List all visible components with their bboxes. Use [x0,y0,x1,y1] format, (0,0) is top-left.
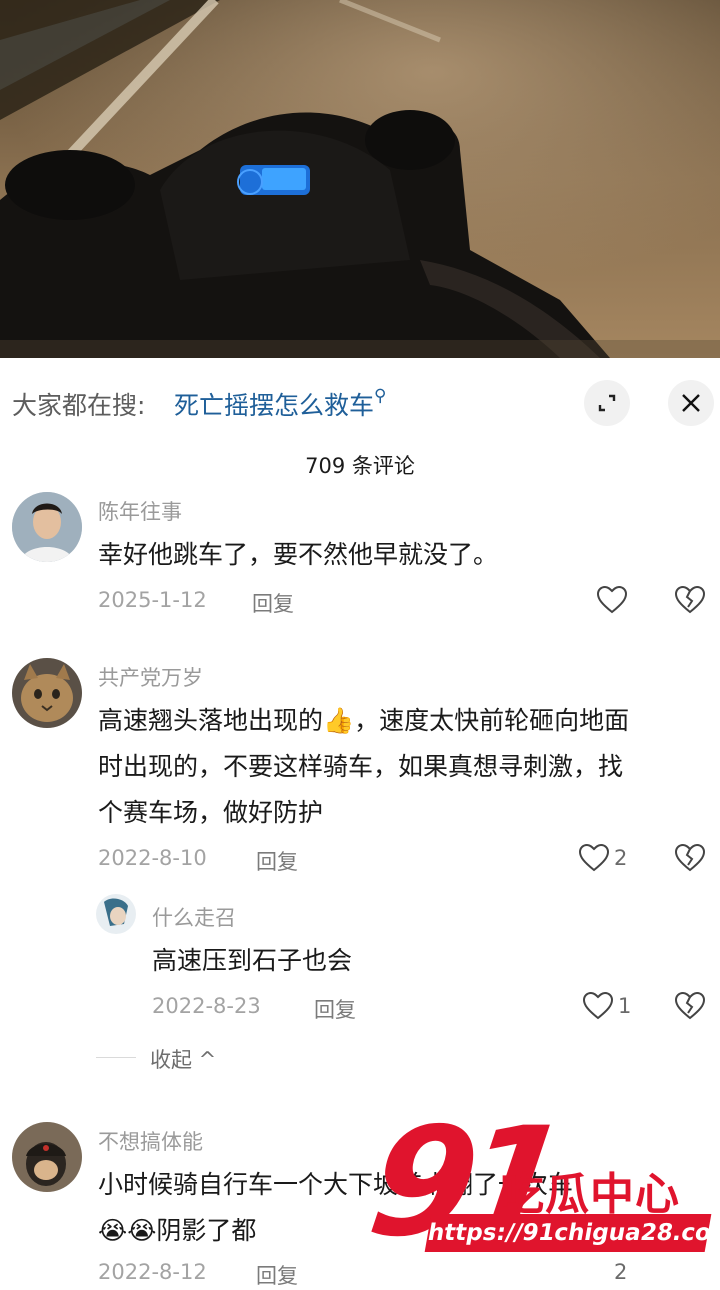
watermark-site-name: 吃瓜中心 [500,1169,680,1220]
comment-username[interactable]: 共产党万岁 [98,662,203,692]
search-prefix-label: 大家都在搜: [12,391,146,420]
expand-button[interactable] [584,380,630,426]
comment-count: 709 条评论 [305,454,415,478]
comment-text: 幸好他跳车了，要不然他早就没了。 [98,540,499,569]
video-player[interactable] [0,0,720,358]
close-button[interactable] [668,380,714,426]
search-suggestion-link[interactable]: 死亡摇摆怎么救车⚲ [174,386,386,422]
broken-heart-icon[interactable] [674,585,706,615]
reply-date: 2022-8-23 [152,994,261,1018]
reply-button[interactable]: 回复 [256,846,298,876]
reply-button[interactable]: 回复 [314,994,356,1024]
comment-username[interactable]: 陈年往事 [98,496,182,526]
comment-date: 2022-8-12 [98,1260,207,1284]
like-count: 2 [614,846,628,870]
close-icon [682,394,700,412]
reply-button[interactable]: 回复 [256,1260,298,1290]
broken-heart-icon[interactable] [674,843,706,873]
avatar[interactable] [12,658,82,728]
thumbs-up-emoji: 👍 [323,706,355,735]
like-count: 1 [618,994,632,1018]
heart-outline-icon[interactable] [582,991,614,1021]
like-count: 2 [614,1260,628,1284]
watermark-url: https://91chigua28.com/ [424,1214,720,1252]
avatar[interactable] [12,492,82,562]
comment-date: 2022-8-10 [98,846,207,870]
search-term-text: 死亡摇摆怎么救车 [174,391,375,420]
comment-username[interactable]: 不想搞体能 [98,1126,203,1156]
heart-outline-icon[interactable] [596,585,628,615]
collapse-divider [96,1057,136,1058]
search-icon: ⚲ [374,386,387,406]
broken-heart-icon[interactable] [674,991,706,1021]
collapse-replies-button[interactable]: 收起 ^ [150,1044,216,1074]
expand-icon [598,394,616,412]
reply-username[interactable]: 什么走召 [152,902,236,932]
reply-button[interactable]: 回复 [252,588,294,618]
avatar[interactable] [12,1122,82,1192]
comment-date: 2025-1-12 [98,588,207,612]
video-frame-motorcycle [0,0,720,358]
heart-outline-icon[interactable] [578,843,610,873]
reply-text: 高速压到石子也会 [152,946,353,975]
comment-text: 高速翘头落地出现的👍，速度太快前轮砸向地面 时出现的，不要这样骑车，如果真想寻刺… [98,706,630,827]
avatar[interactable] [96,894,136,934]
